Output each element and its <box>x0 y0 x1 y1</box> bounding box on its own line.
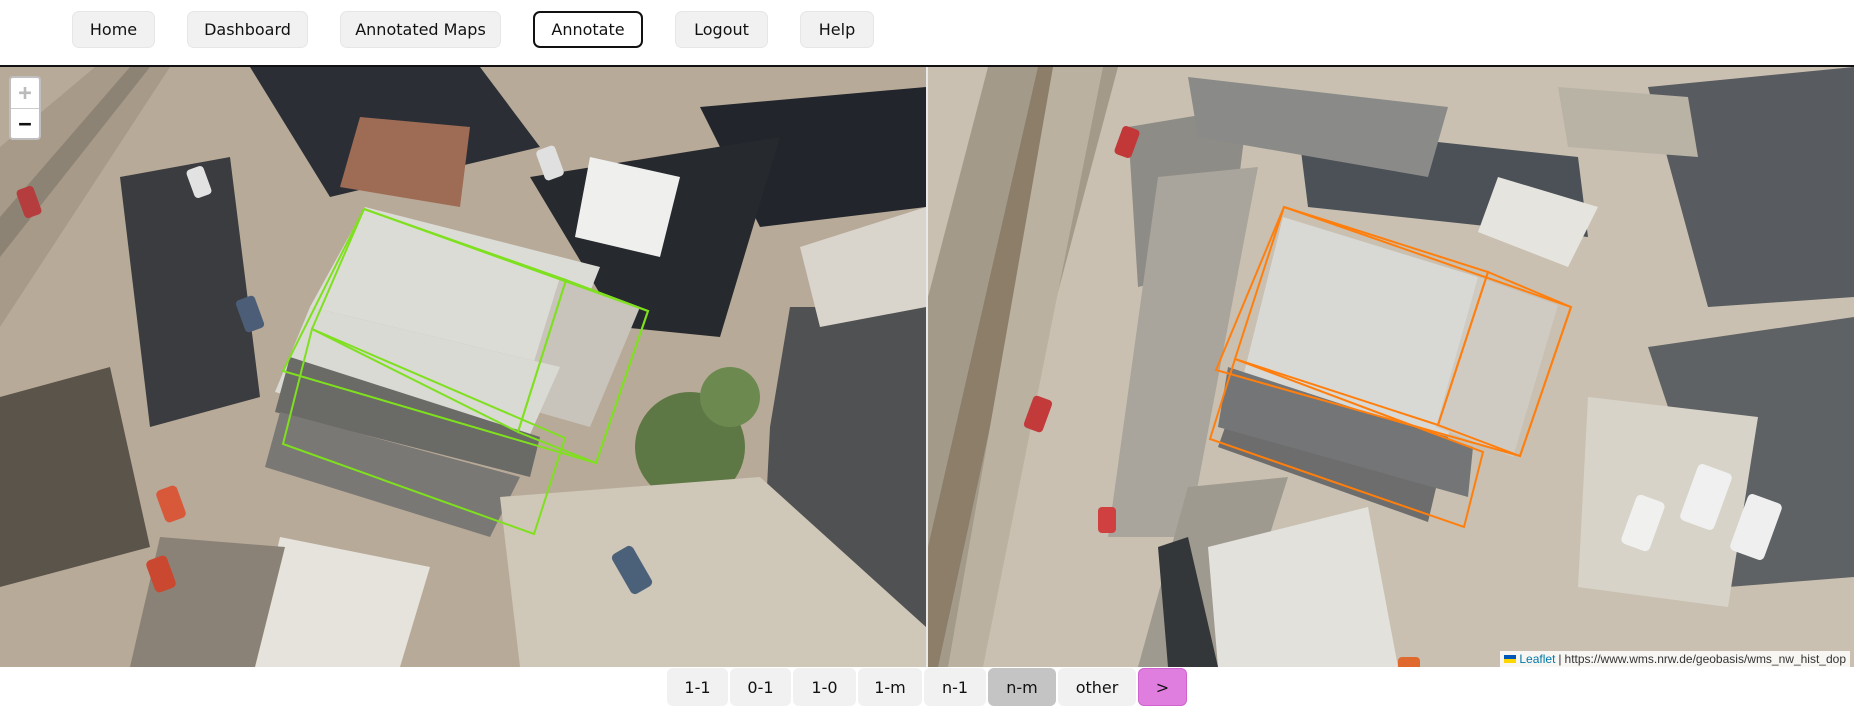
ukraine-flag-icon <box>1504 655 1517 663</box>
category-1-1-button[interactable]: 1-1 <box>667 668 728 706</box>
nav-home-button[interactable]: Home <box>72 11 155 48</box>
category-1-0-button[interactable]: 1-0 <box>793 668 856 706</box>
attribution-source: https://www.wms.nrw.de/geobasis/wms_nw_h… <box>1564 652 1846 666</box>
left-aerial-image <box>0 67 926 667</box>
category-other-button[interactable]: other <box>1058 668 1136 706</box>
category-n-m-button[interactable]: n-m <box>988 668 1056 706</box>
left-map[interactable]: + − <box>0 67 926 667</box>
map-attribution: Leaflet | https://www.wms.nrw.de/geobasi… <box>1500 651 1850 667</box>
zoom-control: + − <box>9 76 41 140</box>
category-0-1-button[interactable]: 0-1 <box>730 668 791 706</box>
leaflet-link[interactable]: Leaflet <box>1519 652 1555 666</box>
right-aerial-image <box>928 67 1854 667</box>
nav-help-button[interactable]: Help <box>800 11 874 48</box>
top-navigation: Home Dashboard Annotated Maps Annotate L… <box>0 0 1854 67</box>
category-n-1-button[interactable]: n-1 <box>924 668 986 706</box>
nav-logout-button[interactable]: Logout <box>675 11 768 48</box>
right-map[interactable]: Leaflet | https://www.wms.nrw.de/geobasi… <box>928 67 1854 667</box>
nav-annotate-button[interactable]: Annotate <box>533 11 643 48</box>
category-bar: 1-1 0-1 1-0 1-m n-1 n-m other > <box>0 667 1854 716</box>
zoom-out-button[interactable]: − <box>11 109 39 138</box>
category-1-m-button[interactable]: 1-m <box>858 668 922 706</box>
nav-annotated-maps-button[interactable]: Annotated Maps <box>340 11 501 48</box>
attribution-separator: | <box>1558 652 1562 666</box>
zoom-in-button[interactable]: + <box>11 78 39 109</box>
nav-dashboard-button[interactable]: Dashboard <box>187 11 308 48</box>
next-button[interactable]: > <box>1138 668 1187 706</box>
